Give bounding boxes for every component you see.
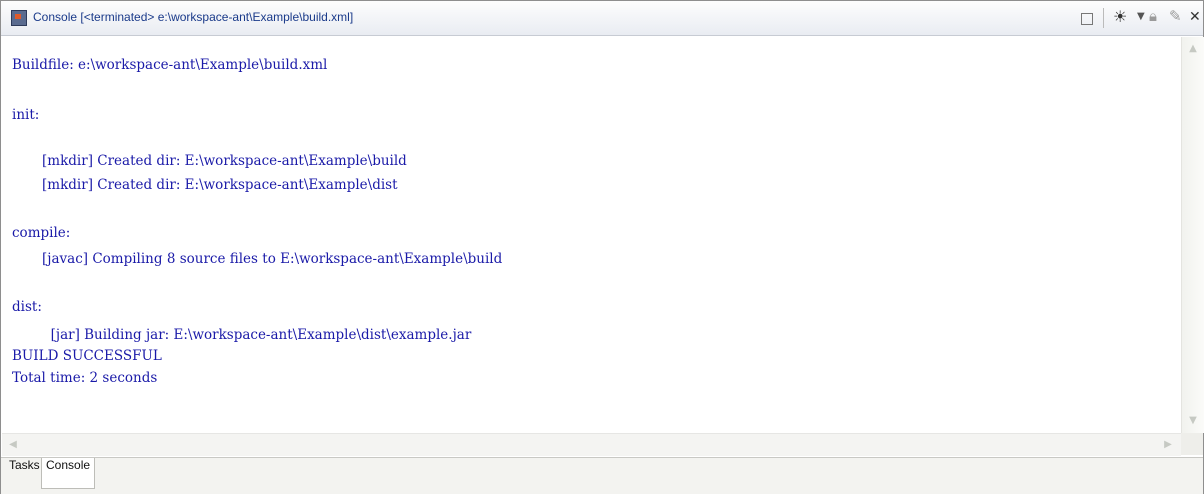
console-window: Console [<terminated> e:\workspace-ant\E… (0, 0, 1204, 494)
console-line: [javac] Compiling 8 source files to E:\w… (12, 251, 503, 267)
console-line: [jar] Building jar: E:\workspace-ant\Exa… (12, 327, 472, 343)
console-line: [mkdir] Created dir: E:\workspace-ant\Ex… (12, 177, 398, 193)
dropdown-icon[interactable]: ▼ (1137, 11, 1145, 22)
clear-icon[interactable]: ✎ (1169, 7, 1182, 25)
tab-console[interactable]: Console (41, 458, 96, 489)
console-line: [mkdir] Created dir: E:\workspace-ant\Ex… (12, 153, 407, 169)
console-line: BUILD SUCCESSFUL (12, 348, 162, 364)
console-line: compile: (12, 225, 71, 241)
console-line: init: (12, 107, 40, 123)
scroll-up-icon[interactable]: ▲ (1185, 41, 1201, 57)
scroll-right-icon[interactable]: ▶ (1160, 437, 1176, 453)
window-title: Console [<terminated> e:\workspace-ant\E… (33, 10, 354, 24)
run-icon[interactable]: ☀ (1113, 7, 1127, 26)
close-icon[interactable]: ✕ (1189, 9, 1201, 25)
view-tab-bar: Tasks Console (1, 457, 1203, 494)
lock-icon[interactable]: 🔒︎ (1149, 7, 1157, 25)
scrollbar-corner (1181, 433, 1203, 455)
console-view-icon (11, 10, 27, 26)
console-line: Total time: 2 seconds (12, 370, 158, 386)
maximize-icon[interactable] (1081, 13, 1093, 25)
horizontal-scrollbar[interactable]: ◀ ▶ (2, 433, 1181, 456)
scroll-left-icon[interactable]: ◀ (5, 437, 21, 453)
tab-tasks[interactable]: Tasks (5, 458, 44, 488)
scroll-down-icon[interactable]: ▼ (1185, 413, 1201, 429)
toolbar-separator (1103, 8, 1104, 28)
console-line: Buildfile: e:\workspace-ant\Example\buil… (12, 57, 328, 73)
console-line: dist: (12, 299, 42, 315)
console-output[interactable]: Buildfile: e:\workspace-ant\Example\buil… (2, 37, 1180, 433)
title-bar: Console [<terminated> e:\workspace-ant\E… (1, 1, 1203, 36)
vertical-scrollbar[interactable]: ▲ ▼ (1181, 37, 1204, 433)
